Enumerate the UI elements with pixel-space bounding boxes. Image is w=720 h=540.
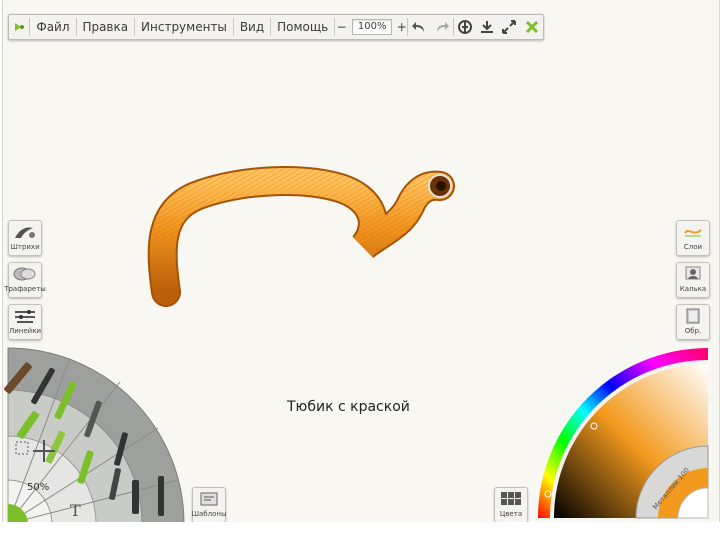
top-toolbar: Файл Правка Инструменты Вид Помощь − 100… — [8, 14, 544, 40]
tracing-button[interactable]: Калька — [676, 262, 710, 298]
zoom-value: 100% — [352, 19, 393, 35]
strokes-label: Штрихи — [10, 243, 40, 251]
tracing-icon — [683, 263, 703, 285]
menu-edit[interactable]: Правка — [76, 15, 134, 39]
stencils-icon — [13, 263, 37, 285]
image-caption: Тюбик с краской — [287, 399, 410, 415]
strokes-button[interactable]: Штрихи — [8, 220, 42, 256]
layers-button[interactable]: Слои — [676, 220, 710, 256]
stencils-button[interactable]: Трафареты — [4, 262, 46, 298]
opacity-value[interactable]: 50% — [27, 482, 49, 493]
paper-icon — [683, 305, 703, 327]
rulers-button[interactable]: Линейки — [8, 304, 42, 340]
menu-view[interactable]: Вид — [234, 15, 270, 39]
menu-tools[interactable]: Инструменты — [135, 15, 233, 39]
rulers-icon — [13, 305, 37, 327]
templates-icon — [199, 488, 219, 510]
templates-button[interactable]: Шаблоны — [192, 487, 226, 523]
app-logo-icon[interactable] — [9, 15, 29, 39]
zoom-out-button[interactable]: − — [335, 15, 348, 39]
rulers-label: Линейки — [8, 327, 42, 335]
save-icon[interactable] — [476, 15, 498, 39]
fullscreen-icon[interactable] — [498, 15, 520, 39]
zoom-in-button[interactable]: + — [396, 15, 407, 39]
layers-icon — [683, 221, 703, 243]
redo-icon[interactable] — [431, 15, 453, 39]
templates-label: Шаблоны — [191, 510, 227, 518]
brush-wheel[interactable]: T — [0, 340, 190, 522]
menu-file[interactable]: Файл — [30, 15, 75, 39]
bottom-strip — [0, 522, 720, 540]
stencils-label: Трафареты — [4, 285, 46, 293]
tracing-label: Калька — [679, 285, 707, 293]
color-wheel[interactable]: Металлик 100 — [536, 346, 714, 522]
text-tool-icon[interactable]: T — [70, 501, 81, 520]
paper-button[interactable]: Обр. — [676, 304, 710, 340]
symmetry-icon[interactable] — [454, 15, 476, 39]
palette-button[interactable]: Цвета — [494, 487, 528, 523]
zoom-level-field[interactable]: 100% — [348, 15, 396, 39]
paper-label: Обр. — [684, 327, 702, 335]
menu-help[interactable]: Помощь — [271, 15, 334, 39]
close-x-icon[interactable] — [521, 15, 543, 39]
layers-label: Слои — [683, 243, 703, 251]
brush-strokes-icon — [13, 221, 37, 243]
undo-icon[interactable] — [408, 15, 430, 39]
color-grid-icon — [500, 488, 522, 510]
palette-label: Цвета — [499, 510, 523, 518]
